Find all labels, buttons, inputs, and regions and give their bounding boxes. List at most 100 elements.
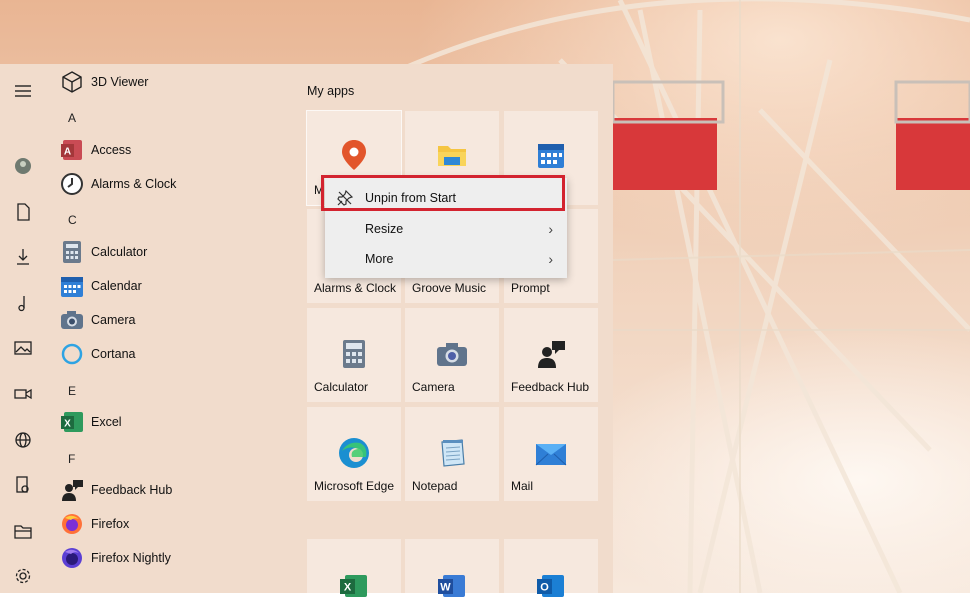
excel-icon: X [338,569,370,601]
word-icon: W [436,569,468,601]
svg-text:W: W [440,582,451,594]
app-list-item[interactable]: 3D Viewer [50,65,290,99]
alarm-clock-icon [60,172,84,196]
documents-button[interactable] [0,192,46,232]
excel-icon: X [60,410,84,434]
user-account-button[interactable] [0,146,46,186]
folder-icon [436,139,468,171]
calendar-icon [60,274,84,298]
svg-text:X: X [64,419,71,430]
map-pin-icon [338,139,370,171]
letter-header-f[interactable]: F [68,452,75,466]
tile-label: Feedback Hub [511,380,590,394]
calendar-icon [535,139,567,171]
music-note-icon [18,296,25,312]
camera-icon [436,338,468,370]
access-icon: A [60,138,84,162]
feedback-hub-icon [535,338,567,370]
tile-label: Notepad [412,479,458,493]
music-button[interactable] [0,283,46,323]
downloads-button[interactable] [0,237,46,277]
hamburger-menu-button[interactable] [0,71,46,111]
app-label: Excel [91,415,122,429]
user-avatar-icon [15,158,31,174]
video-icon [14,388,32,400]
app-list-item[interactable]: Firefox [50,507,290,541]
tile-label: Groove Music [412,281,487,295]
app-list-item[interactable]: Calculator [50,235,290,269]
tile-label: Alarms & Clock [314,281,397,295]
tile-calculator[interactable]: Calculator [307,308,401,402]
app-label: 3D Viewer [91,75,149,89]
outlook-icon: O [535,569,567,601]
menu-item-label: More [365,252,394,266]
personal-folder-icon [16,476,29,493]
edge-icon [338,437,370,469]
chevron-right-icon: › [548,221,553,237]
gear-icon [15,568,31,584]
menu-item-resize[interactable]: Resize › [325,214,567,244]
tile-label: Camera [412,380,455,394]
calculator-icon [60,240,84,264]
cube-3d-icon [60,70,84,94]
app-list-item[interactable]: A Access [50,133,290,167]
file-explorer-icon [14,525,32,539]
svg-text:X: X [344,582,352,594]
app-label: Access [91,143,132,157]
firefox-icon [60,512,84,536]
app-list-item[interactable]: Feedback Hub [50,473,290,507]
app-list-item[interactable]: X Excel [50,405,290,439]
tile-mail[interactable]: Mail [504,407,598,501]
mail-icon [535,437,567,469]
app-list-item[interactable]: Alarms & Clock [50,167,290,201]
app-list-item[interactable]: Cortana [50,337,290,371]
menu-item-more[interactable]: More › [325,244,567,274]
letter-header-c[interactable]: C [68,213,77,227]
app-label: Camera [91,313,136,327]
personal-folder-button[interactable] [0,465,46,505]
tile-label: Calculator [314,380,369,394]
tile-outlook[interactable]: O [504,539,598,597]
calculator-icon [338,338,370,370]
app-label: Cortana [91,347,136,361]
app-list-item[interactable]: Camera [50,303,290,337]
app-label: Alarms & Clock [91,177,177,191]
tile-notepad[interactable]: Notepad [405,407,499,501]
document-icon [17,203,30,221]
cortana-icon [60,342,84,366]
app-label: Firefox [91,517,130,531]
download-icon [17,249,29,265]
app-list-item[interactable]: Firefox Nightly [50,541,290,575]
app-label: Feedback Hub [91,483,173,497]
settings-button[interactable] [0,556,46,596]
app-label: Calendar [91,279,142,293]
svg-text:A: A [64,147,71,158]
pictures-button[interactable] [0,328,46,368]
highlight-box [321,175,565,211]
videos-button[interactable] [0,374,46,414]
letter-header-a[interactable]: A [68,111,76,125]
app-list-item[interactable]: Calendar [50,269,290,303]
picture-icon [14,341,32,355]
svg-text:O: O [540,582,549,594]
tile-camera[interactable]: Camera [405,308,499,402]
hamburger-icon [15,85,31,97]
tile-microsoft-edge[interactable]: Microsoft Edge [307,407,401,501]
tile-label: Microsoft Edge [314,479,395,493]
tile-word[interactable]: W [405,539,499,597]
tile-excel[interactable]: X [307,539,401,597]
firefox-nightly-icon [60,546,84,570]
app-label: Firefox Nightly [91,551,171,565]
app-label: Calculator [91,245,148,259]
network-button[interactable] [0,420,46,460]
camera-icon [60,308,84,332]
start-left-rail [0,64,46,593]
chevron-right-icon: › [548,251,553,267]
menu-item-label: Resize [365,222,404,236]
globe-icon [15,432,31,448]
letter-header-e[interactable]: E [68,384,76,398]
tile-feedback-hub[interactable]: Feedback Hub [504,308,598,402]
file-explorer-button[interactable] [0,511,46,551]
feedback-hub-icon [60,478,84,502]
tile-label: Mail [511,479,534,493]
